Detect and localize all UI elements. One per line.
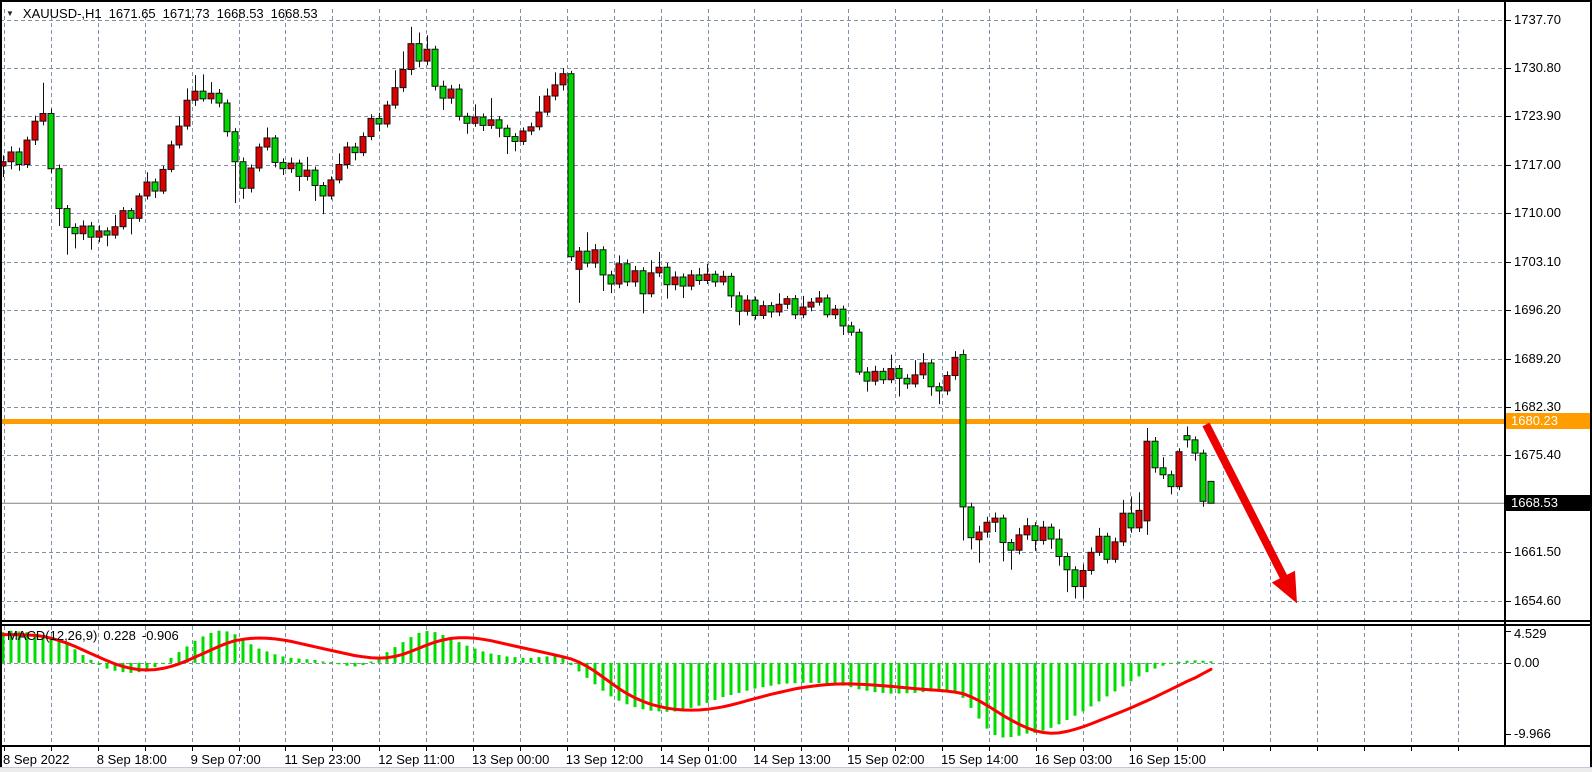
price-axis-separator <box>1504 0 1506 746</box>
time-axis-label: 13 Sep 00:00 <box>472 753 549 767</box>
mt4-chart-window: ▼ XAUUSD-,H1 1671.65 1671.73 1668.53 166… <box>0 0 1592 772</box>
window-border-left <box>0 0 2 767</box>
price-axis-label: 1675.40 <box>1514 448 1561 462</box>
time-axis-label: 12 Sep 11:00 <box>378 753 454 767</box>
panel-separator-top[interactable] <box>0 620 1592 622</box>
price-axis-label: 1710.00 <box>1514 206 1561 220</box>
time-axis-tick <box>614 747 615 751</box>
time-axis-label: 14 Sep 01:00 <box>660 753 737 767</box>
price-axis-label: 1682.30 <box>1514 400 1561 414</box>
macd-axis-label: 0.00 <box>1514 656 1539 670</box>
chevron-down-icon[interactable]: ▼ <box>6 9 14 18</box>
macd-signal-line <box>3 635 1211 734</box>
time-axis-label: 15 Sep 14:00 <box>941 753 1018 767</box>
time-axis-tick <box>379 747 380 751</box>
close-value: 1668.53 <box>271 6 318 21</box>
macd-panel-border-bottom <box>0 745 1592 747</box>
time-axis-tick <box>1458 747 1459 751</box>
price-axis-label: 1696.20 <box>1514 303 1561 317</box>
time-axis-tick <box>708 747 709 751</box>
trend-arrow[interactable] <box>1206 424 1297 603</box>
time-axis-tick <box>1177 747 1178 751</box>
time-axis-tick <box>1317 747 1318 751</box>
time-axis-tick <box>4 747 5 751</box>
time-axis-tick <box>239 747 240 751</box>
time-axis-tick <box>473 747 474 751</box>
time-axis-tick <box>848 747 849 751</box>
time-axis-tick <box>51 747 52 751</box>
time-axis-label: 14 Sep 13:00 <box>753 753 830 767</box>
time-axis-tick <box>989 747 990 751</box>
time-axis-label: 8 Sep 2022 <box>3 753 70 767</box>
time-axis-tick <box>145 747 146 751</box>
time-axis-tick <box>1364 747 1365 751</box>
time-axis-label: 16 Sep 03:00 <box>1035 753 1112 767</box>
time-axis-tick <box>661 747 662 751</box>
symbol-header: ▼ XAUUSD-,H1 1671.65 1671.73 1668.53 166… <box>6 6 318 21</box>
macd-axis-label: -9.966 <box>1514 727 1551 741</box>
time-axis-label: 15 Sep 02:00 <box>847 753 924 767</box>
price-axis-label: 1661.50 <box>1514 545 1561 559</box>
time-axis-label: 9 Sep 07:00 <box>191 753 261 767</box>
price-axis-label: 1703.10 <box>1514 255 1561 269</box>
candles-group <box>0 27 1214 599</box>
panel-separator-bottom[interactable] <box>0 624 1592 626</box>
price-axis[interactable]: 1737.70 1730.80 1723.90 1717.00 1710.00 1703.… <box>1506 0 1592 747</box>
chart-canvas[interactable] <box>0 0 1592 747</box>
time-axis-label: 8 Sep 18:00 <box>97 753 167 767</box>
macd-axis-label: 4.529 <box>1514 627 1547 641</box>
time-axis-label: 11 Sep 23:00 <box>284 753 360 767</box>
price-axis-label: 1717.00 <box>1514 158 1561 172</box>
time-axis-tick <box>1270 747 1271 751</box>
time-axis-tick <box>1083 747 1084 751</box>
time-axis-tick <box>1411 747 1412 751</box>
time-axis-tick <box>1223 747 1224 751</box>
macd-indicator-header: MACD(12,26,9) 0.228 -0.906 <box>7 628 179 643</box>
time-axis-label: 16 Sep 15:00 <box>1129 753 1206 767</box>
price-axis-label: 1730.80 <box>1514 61 1561 75</box>
window-border-top <box>0 0 1592 2</box>
time-axis-tick <box>942 747 943 751</box>
time-axis[interactable]: 8 Sep 2022 8 Sep 18:00 9 Sep 07:00 11 Sep 2… <box>0 747 1592 767</box>
time-axis-tick <box>332 747 333 751</box>
open-value: 1671.65 <box>109 6 156 21</box>
status-strip <box>0 767 1592 772</box>
price-axis-label: 1737.70 <box>1514 13 1561 27</box>
time-axis-tick <box>1036 747 1037 751</box>
time-axis-tick <box>567 747 568 751</box>
time-axis-tick <box>98 747 99 751</box>
macd-histogram <box>2 631 1213 738</box>
price-axis-label: 1689.20 <box>1514 352 1561 366</box>
time-axis-tick <box>1130 747 1131 751</box>
time-axis-tick <box>895 747 896 751</box>
symbol-timeframe-label: XAUUSD-,H1 <box>23 6 102 21</box>
time-axis-tick <box>285 747 286 751</box>
price-tag-orange: 1680.23 <box>1506 413 1592 429</box>
time-axis-tick <box>192 747 193 751</box>
macd-signal-value: -0.906 <box>142 628 179 643</box>
low-value: 1668.53 <box>217 6 264 21</box>
time-axis-tick <box>801 747 802 751</box>
high-value: 1671.73 <box>163 6 210 21</box>
time-axis-tick <box>426 747 427 751</box>
price-axis-label: 1723.90 <box>1514 109 1561 123</box>
time-axis-label: 13 Sep 12:00 <box>566 753 643 767</box>
price-axis-label: 1654.60 <box>1514 594 1561 608</box>
time-axis-tick <box>754 747 755 751</box>
price-tag-current: 1668.53 <box>1506 495 1592 511</box>
macd-indicator-label: MACD(12,26,9) <box>7 628 97 643</box>
macd-value: 0.228 <box>103 628 136 643</box>
time-axis-tick <box>520 747 521 751</box>
